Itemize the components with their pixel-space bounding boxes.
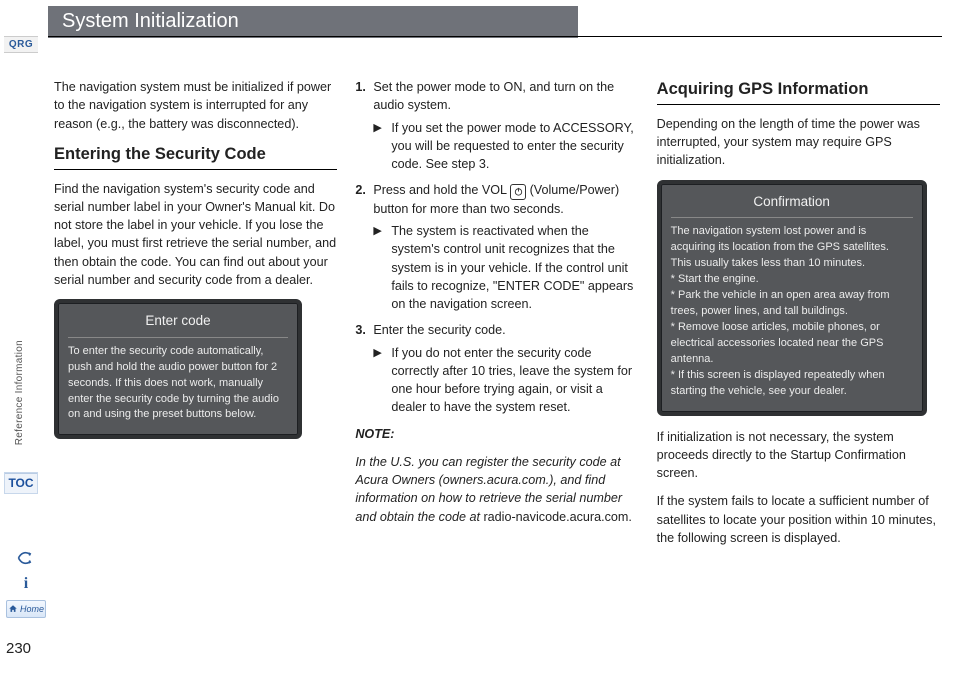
- title-rule: [48, 36, 942, 37]
- qrg-badge[interactable]: QRG: [4, 36, 38, 53]
- section-vertical-label: Reference Information: [14, 340, 25, 445]
- voice-command-icon[interactable]: [16, 548, 36, 568]
- screen-rule: [68, 337, 288, 338]
- screen-body: The navigation system lost power and is …: [671, 224, 913, 399]
- home-icon: [8, 604, 18, 614]
- title-bar: System Initialization: [48, 6, 578, 38]
- security-paragraph: Find the navigation system's security co…: [54, 180, 337, 290]
- screen-body: To enter the security code automatically…: [68, 344, 288, 424]
- column-2: 1. Set the power mode to ON, and turn on…: [355, 78, 638, 644]
- step-number: 2.: [355, 181, 366, 199]
- column-1: The navigation system must be initialize…: [54, 78, 337, 644]
- step-text-a: Press and hold the VOL: [373, 183, 510, 197]
- note-body: In the U.S. you can register the securit…: [355, 453, 638, 526]
- home-label: Home: [20, 604, 44, 614]
- step-2: 2. Press and hold the VOL (Volume/Power)…: [355, 181, 638, 313]
- content-columns: The navigation system must be initialize…: [54, 78, 940, 644]
- note-body-b: radio-navicode.acura.com: [483, 510, 628, 524]
- info-icon[interactable]: i: [16, 574, 36, 594]
- page-title: System Initialization: [48, 6, 578, 38]
- intro-paragraph: The navigation system must be initialize…: [54, 78, 337, 133]
- power-icon: [510, 184, 526, 200]
- gps-paragraph: Depending on the length of time the powe…: [657, 115, 940, 170]
- note-body-c: .: [628, 510, 632, 524]
- heading-rule: [54, 169, 337, 170]
- triangle-icon: ▶: [373, 224, 381, 240]
- screen-title: Enter code: [68, 311, 288, 331]
- home-button[interactable]: Home: [6, 600, 46, 618]
- triangle-icon: ▶: [373, 121, 381, 137]
- step-3: 3. Enter the security code. ▶ If you do …: [355, 321, 638, 416]
- heading-rule: [657, 104, 940, 105]
- manual-page: QRG Reference Information TOC i Home 230…: [0, 0, 954, 674]
- step-text: Set the power mode to ON, and turn on th…: [373, 80, 614, 112]
- column-3: Acquiring GPS Information Depending on t…: [657, 78, 940, 644]
- step-sub: ▶ If you set the power mode to ACCESSORY…: [373, 119, 638, 174]
- page-number: 230: [6, 640, 31, 657]
- note-heading: NOTE:: [355, 425, 638, 443]
- gps-after-1: If initialization is not necessary, the …: [657, 428, 940, 483]
- gps-after-2: If the system fails to locate a sufficie…: [657, 492, 940, 547]
- step-sub-text: If you set the power mode to ACCESSORY, …: [391, 121, 633, 172]
- step-sub-text: The system is reactivated when the syste…: [391, 224, 633, 311]
- left-rail: QRG Reference Information TOC i Home 230: [0, 0, 48, 674]
- step-sub: ▶ The system is reactivated when the sys…: [373, 222, 638, 313]
- screen-title: Confirmation: [671, 192, 913, 212]
- icon-stack: i Home: [6, 548, 46, 618]
- enter-code-screen: Enter code To enter the security code au…: [54, 299, 302, 439]
- step-text: Enter the security code.: [373, 323, 505, 337]
- step-number: 1.: [355, 78, 366, 96]
- triangle-icon: ▶: [373, 346, 381, 362]
- step-number: 3.: [355, 321, 366, 339]
- steps-list: 1. Set the power mode to ON, and turn on…: [355, 78, 638, 417]
- step-sub-text: If you do not enter the security code co…: [391, 346, 632, 415]
- heading-security-code: Entering the Security Code: [54, 143, 337, 167]
- heading-gps: Acquiring GPS Information: [657, 78, 940, 102]
- confirmation-screen: Confirmation The navigation system lost …: [657, 180, 927, 416]
- toc-button[interactable]: TOC: [4, 472, 38, 494]
- screen-rule: [671, 217, 913, 218]
- step-1: 1. Set the power mode to ON, and turn on…: [355, 78, 638, 173]
- step-sub: ▶ If you do not enter the security code …: [373, 344, 638, 417]
